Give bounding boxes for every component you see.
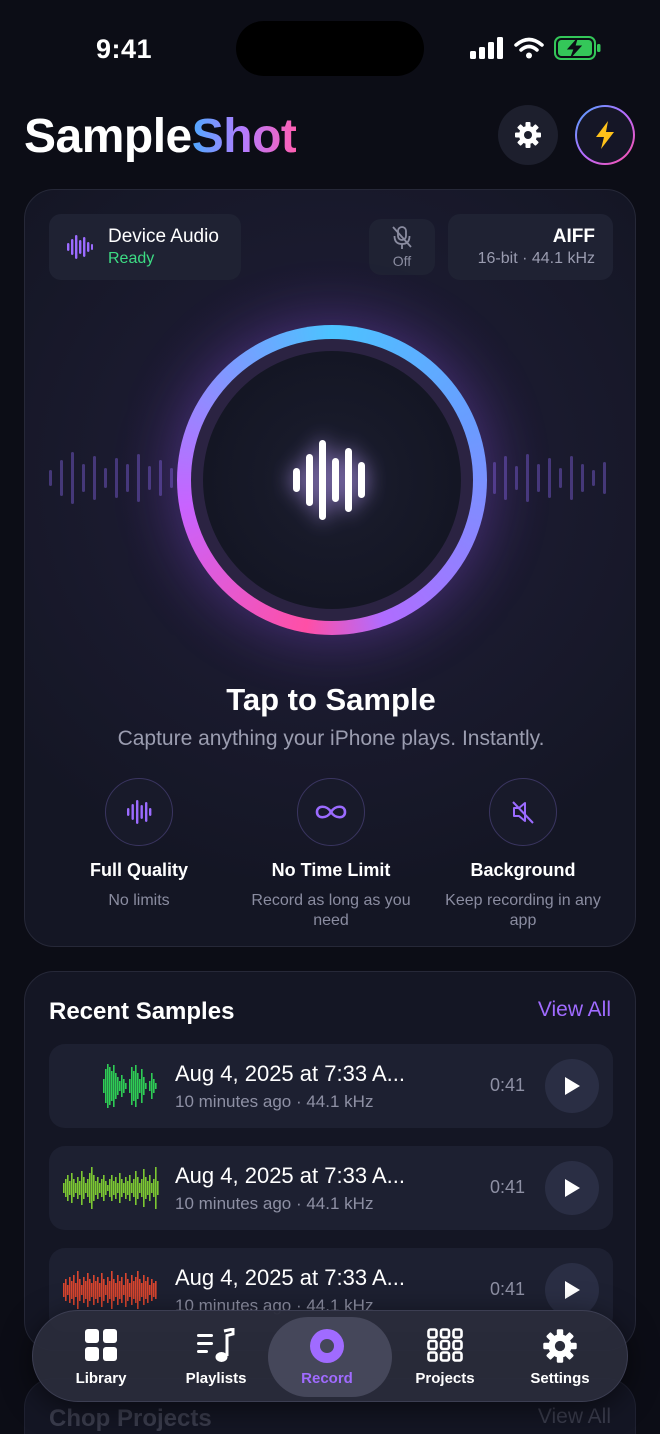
tab-projects[interactable]: Projects bbox=[385, 1311, 505, 1403]
grid-icon bbox=[85, 1329, 117, 1361]
microphone-toggle[interactable]: Off bbox=[369, 219, 435, 275]
sample-play-button[interactable] bbox=[545, 1263, 599, 1317]
feature-background: Background Keep recording in any app bbox=[427, 778, 619, 931]
microphone-off-icon bbox=[392, 226, 412, 249]
feature-no-time-limit: No Time Limit Record as long as you need bbox=[235, 778, 427, 931]
feature-subtitle: No limits bbox=[108, 892, 170, 909]
tab-label: Playlists bbox=[185, 1370, 247, 1387]
audio-source-pill[interactable]: Device Audio Ready bbox=[49, 214, 241, 280]
cellular-signal-icon bbox=[470, 37, 503, 59]
tab-record[interactable]: Record bbox=[267, 1311, 392, 1403]
status-time: 9:41 bbox=[96, 34, 153, 64]
gear-icon bbox=[543, 1329, 577, 1363]
feature-title: No Time Limit bbox=[271, 860, 391, 880]
sample-duration: 0:41 bbox=[489, 1075, 525, 1095]
play-icon bbox=[565, 1179, 580, 1197]
sample-play-button[interactable] bbox=[545, 1059, 599, 1113]
sample-title: Aug 4, 2025 at 7:33 A... bbox=[175, 1265, 405, 1290]
sample-duration: 0:41 bbox=[489, 1279, 525, 1299]
record-icon bbox=[310, 1329, 344, 1363]
format-title: AIFF bbox=[552, 226, 595, 247]
sample-waveform-thumbnail bbox=[63, 1167, 159, 1209]
feature-full-quality: Full Quality No limits bbox=[43, 778, 235, 911]
settings-button[interactable] bbox=[498, 105, 558, 165]
right-ambient-waveform bbox=[493, 454, 606, 502]
sample-play-button[interactable] bbox=[545, 1161, 599, 1215]
feature-title: Full Quality bbox=[89, 860, 188, 880]
recent-samples-card: Recent Samples View All Aug 4, 2025 at 7… bbox=[24, 971, 636, 1351]
feature-subtitle: Record as long as you need bbox=[251, 892, 411, 929]
wifi-icon bbox=[514, 37, 544, 59]
tab-label: Settings bbox=[530, 1370, 590, 1387]
sample-title: Aug 4, 2025 at 7:33 A... bbox=[175, 1163, 405, 1188]
record-card: Device Audio Ready Off AIFF 16-bit · 44.… bbox=[24, 189, 636, 947]
feature-title: Background bbox=[470, 860, 576, 880]
lightning-bolt-icon bbox=[596, 121, 614, 149]
sample-title: Aug 4, 2025 at 7:33 A... bbox=[175, 1061, 405, 1086]
audio-source-title: Device Audio bbox=[108, 226, 219, 247]
sample-subtitle: 10 minutes ago · 44.1 kHz bbox=[175, 1194, 374, 1213]
chop-projects-title: Chop Projects bbox=[49, 1405, 212, 1432]
tab-label: Record bbox=[301, 1370, 353, 1387]
tab-bar: Library Playlists Record Projects Settin… bbox=[32, 1310, 628, 1402]
sample-row[interactable]: Aug 4, 2025 at 7:33 A... 10 minutes ago … bbox=[49, 1146, 613, 1230]
dynamic-island bbox=[236, 21, 424, 76]
audio-source-status: Ready bbox=[108, 250, 155, 267]
waveform-icon bbox=[293, 440, 365, 520]
tab-playlists[interactable]: Playlists bbox=[156, 1311, 276, 1403]
format-detail: 16-bit · 44.1 kHz bbox=[477, 250, 595, 267]
record-button[interactable] bbox=[177, 325, 487, 635]
record-subtitle: Capture anything your iPhone plays. Inst… bbox=[117, 727, 545, 750]
tab-settings[interactable]: Settings bbox=[500, 1311, 620, 1403]
speaker-off-icon bbox=[512, 801, 534, 824]
app-header: SampleShot bbox=[0, 100, 660, 180]
recent-view-all-link[interactable]: View All bbox=[538, 998, 611, 1022]
play-icon bbox=[565, 1077, 580, 1095]
play-icon bbox=[565, 1281, 580, 1299]
pro-upgrade-button[interactable] bbox=[575, 105, 635, 165]
sample-waveform-thumbnail bbox=[63, 1271, 157, 1309]
left-ambient-waveform bbox=[49, 452, 173, 504]
waveform-icon bbox=[67, 235, 93, 259]
record-title: Tap to Sample bbox=[226, 682, 436, 717]
chop-projects-view-all-link[interactable]: View All bbox=[538, 1405, 611, 1429]
infinity-icon bbox=[315, 805, 347, 819]
music-list-icon bbox=[197, 1328, 235, 1362]
tab-label: Projects bbox=[415, 1370, 475, 1387]
gear-icon bbox=[515, 122, 541, 148]
sample-waveform-thumbnail bbox=[103, 1064, 157, 1108]
status-bar: 9:41 bbox=[0, 0, 660, 96]
sample-subtitle: 10 minutes ago · 44.1 kHz bbox=[175, 1092, 374, 1111]
sample-row[interactable]: Aug 4, 2025 at 7:33 A... 10 minutes ago … bbox=[49, 1044, 613, 1128]
tab-library[interactable]: Library bbox=[41, 1311, 161, 1403]
tab-label: Library bbox=[75, 1370, 127, 1387]
feature-subtitle: Keep recording in any app bbox=[445, 892, 601, 929]
status-icons bbox=[470, 36, 602, 60]
recent-samples-title: Recent Samples bbox=[49, 998, 235, 1025]
waveform-icon bbox=[127, 800, 152, 824]
format-selector[interactable]: AIFF 16-bit · 44.1 kHz bbox=[448, 214, 613, 280]
sample-duration: 0:41 bbox=[489, 1177, 525, 1197]
microphone-status-label: Off bbox=[392, 253, 412, 269]
battery-charging-icon bbox=[554, 36, 601, 60]
pads-grid-icon bbox=[427, 1328, 463, 1362]
app-title: SampleShot bbox=[24, 110, 297, 163]
